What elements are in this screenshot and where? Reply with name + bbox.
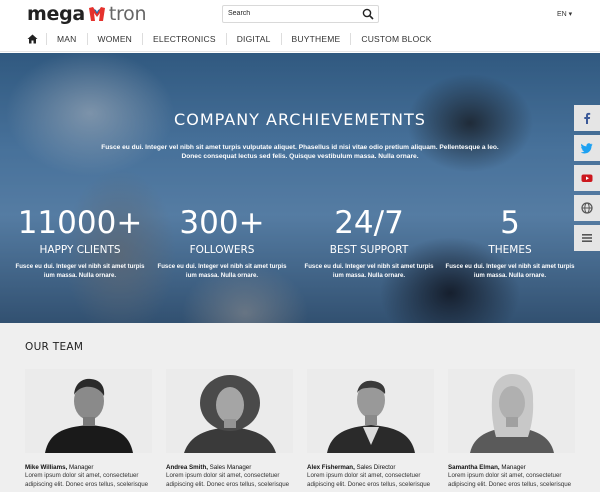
stat-description: Fusce eu dui. Integer vel nibh sit amet … xyxy=(15,263,145,279)
nav-item-custom-block[interactable]: CUSTOM BLOCK xyxy=(350,33,441,45)
stat-number: 300+ xyxy=(179,205,265,241)
twitter-icon xyxy=(581,143,593,154)
stat-label: BEST SUPPORT xyxy=(329,244,409,256)
achievements-banner: COMPANY ARCHIEVEMETNTS Fusce eu dui. Int… xyxy=(0,53,600,323)
stats-row: 11000+ HAPPY CLIENTS Fusce eu dui. Integ… xyxy=(0,203,600,293)
menu-icon xyxy=(582,234,592,242)
nav-item-man[interactable]: MAN xyxy=(46,33,87,45)
member-name-line: Mike Williams, Manager xyxy=(25,464,152,471)
stat-followers: 300+ FOLLOWERS Fusce eu dui. Integer vel… xyxy=(157,203,287,280)
member-photo xyxy=(307,369,434,453)
stat-description: Fusce eu dui. Integer vel nibh sit amet … xyxy=(304,263,434,279)
team-title: OUR TEAM xyxy=(25,341,84,353)
member-photo xyxy=(25,369,152,453)
team-member: Samantha Elman, Manager Lorem ipsum dolo… xyxy=(448,369,575,489)
menu-button[interactable] xyxy=(574,225,600,251)
member-name: Samantha Elman, xyxy=(448,464,500,471)
member-name-line: Samantha Elman, Manager xyxy=(448,464,575,471)
stat-description: Fusce eu dui. Integer vel nibh sit amet … xyxy=(157,263,287,279)
member-portrait-image xyxy=(448,369,575,453)
team-member: Mike Williams, Manager Lorem ipsum dolor… xyxy=(25,369,152,489)
logo-text-mega: mega xyxy=(27,3,85,25)
main-nav: MAN WOMEN ELECTRONICS DIGITAL BUYTHEME C… xyxy=(27,31,442,47)
youtube-button[interactable] xyxy=(574,165,600,191)
nav-item-electronics[interactable]: ELECTRONICS xyxy=(142,33,226,45)
member-portrait-image xyxy=(25,369,152,453)
search-input[interactable] xyxy=(228,10,358,17)
nav-item-women[interactable]: WOMEN xyxy=(86,33,143,45)
member-name: Alex Fisherman, xyxy=(307,464,355,471)
member-name: Mike Williams, xyxy=(25,464,68,471)
member-portrait-image xyxy=(166,369,293,453)
logo-mark-icon xyxy=(88,7,105,21)
stat-label: HAPPY CLIENTS xyxy=(39,244,121,256)
member-name-line: Alex Fisherman, Sales Director xyxy=(307,464,434,471)
stat-themes: 5 THEMES Fusce eu dui. Integer vel nibh … xyxy=(445,203,575,280)
nav-item-digital[interactable]: DIGITAL xyxy=(225,33,281,45)
stat-number: 24/7 xyxy=(334,205,404,241)
facebook-button[interactable] xyxy=(574,105,600,131)
globe-button[interactable] xyxy=(574,195,600,221)
member-bio: Lorem ipsum dolor sit amet, consectetuer… xyxy=(307,472,431,488)
globe-icon xyxy=(581,202,593,214)
member-portrait-image xyxy=(307,369,434,453)
site-header: mega tron EN ▾ MAN WOMEN ELECTRONICS DIG… xyxy=(0,0,600,52)
facebook-icon xyxy=(584,112,591,124)
member-bio: Lorem ipsum dolor sit amet, consectetuer… xyxy=(166,472,290,488)
member-name-line: Andrea Smith, Sales Manager xyxy=(166,464,293,471)
achievements-content: COMPANY ARCHIEVEMETNTS Fusce eu dui. Int… xyxy=(0,53,600,323)
member-role: Manager xyxy=(499,464,526,471)
search-box xyxy=(222,5,379,23)
logo-text-tron: tron xyxy=(108,3,147,25)
language-selector[interactable]: EN ▾ xyxy=(557,10,572,18)
stat-number: 5 xyxy=(500,205,520,241)
member-bio: Lorem ipsum dolor sit amet, consectetuer… xyxy=(448,472,572,488)
member-photo xyxy=(448,369,575,453)
stat-label: THEMES xyxy=(488,244,532,256)
youtube-icon xyxy=(581,174,593,182)
social-sidebar xyxy=(574,105,600,255)
stat-happy-clients: 11000+ HAPPY CLIENTS Fusce eu dui. Integ… xyxy=(15,203,145,280)
member-role: Manager xyxy=(67,464,94,471)
twitter-button[interactable] xyxy=(574,135,600,161)
member-photo xyxy=(166,369,293,453)
stat-description: Fusce eu dui. Integer vel nibh sit amet … xyxy=(445,263,575,279)
search-icon[interactable] xyxy=(362,8,374,20)
member-name: Andrea Smith, xyxy=(166,464,208,471)
achievements-intro: Fusce eu dui. Integer vel nibh sit amet … xyxy=(101,144,499,160)
stat-label: FOLLOWERS xyxy=(189,244,255,256)
member-role: Sales Director xyxy=(354,464,396,471)
stat-number: 11000+ xyxy=(17,205,143,241)
team-section: OUR TEAM Mike Williams, Manager Lorem ip… xyxy=(0,323,600,492)
stat-best-support: 24/7 BEST SUPPORT Fusce eu dui. Integer … xyxy=(304,203,434,280)
member-bio: Lorem ipsum dolor sit amet, consectetuer… xyxy=(25,472,149,488)
member-role: Sales Manager xyxy=(207,464,252,471)
nav-item-buytheme[interactable]: BUYTHEME xyxy=(280,33,351,45)
site-logo[interactable]: mega tron xyxy=(27,3,147,25)
home-icon[interactable] xyxy=(27,34,38,44)
team-member: Andrea Smith, Sales Manager Lorem ipsum … xyxy=(166,369,293,489)
team-member: Alex Fisherman, Sales Director Lorem ips… xyxy=(307,369,434,489)
achievements-title: COMPANY ARCHIEVEMETNTS xyxy=(174,110,426,129)
